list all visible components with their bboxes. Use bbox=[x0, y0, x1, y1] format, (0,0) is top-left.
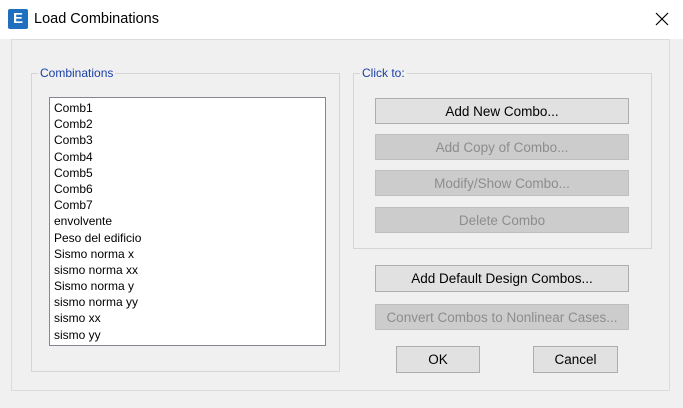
combinations-legend: Combinations bbox=[40, 66, 114, 80]
list-item[interactable]: sismo norma yy bbox=[54, 294, 321, 310]
add-new-combo-button[interactable]: Add New Combo... bbox=[375, 98, 629, 124]
list-item[interactable]: sismo norma xx bbox=[54, 262, 321, 278]
add-default-design-combos-button[interactable]: Add Default Design Combos... bbox=[375, 265, 629, 292]
etabs-app-icon: E bbox=[8, 9, 28, 29]
ok-button[interactable]: OK bbox=[396, 346, 480, 373]
list-item[interactable]: sismo yy bbox=[54, 327, 321, 343]
close-icon bbox=[655, 12, 669, 26]
list-item[interactable]: Comb5 bbox=[54, 165, 321, 181]
list-item[interactable]: Sismo norma y bbox=[54, 278, 321, 294]
click-to-legend: Click to: bbox=[362, 66, 405, 80]
list-item[interactable]: sismo xx bbox=[54, 310, 321, 326]
list-item[interactable]: envolvente bbox=[54, 213, 321, 229]
list-item[interactable]: Comb4 bbox=[54, 149, 321, 165]
list-item[interactable]: Comb7 bbox=[54, 197, 321, 213]
cancel-button[interactable]: Cancel bbox=[533, 346, 618, 373]
title-bar: E Load Combinations bbox=[0, 0, 683, 39]
combinations-list[interactable]: Comb1 Comb2 Comb3 Comb4 Comb5 Comb6 Comb7 envol… bbox=[49, 97, 326, 346]
list-item[interactable]: Peso del edificio bbox=[54, 230, 321, 246]
convert-combos-button[interactable]: Convert Combos to Nonlinear Cases... bbox=[375, 304, 629, 330]
add-copy-combo-button[interactable]: Add Copy of Combo... bbox=[375, 134, 629, 160]
list-item[interactable]: Comb2 bbox=[54, 116, 321, 132]
close-button[interactable] bbox=[646, 4, 678, 34]
list-item[interactable]: Comb1 bbox=[54, 100, 321, 116]
list-item[interactable]: Comb3 bbox=[54, 132, 321, 148]
list-item[interactable]: Comb6 bbox=[54, 181, 321, 197]
modify-show-combo-button[interactable]: Modify/Show Combo... bbox=[375, 170, 629, 196]
delete-combo-button[interactable]: Delete Combo bbox=[375, 207, 629, 233]
window-title: Load Combinations bbox=[34, 11, 159, 27]
list-item[interactable]: Sismo norma x bbox=[54, 246, 321, 262]
